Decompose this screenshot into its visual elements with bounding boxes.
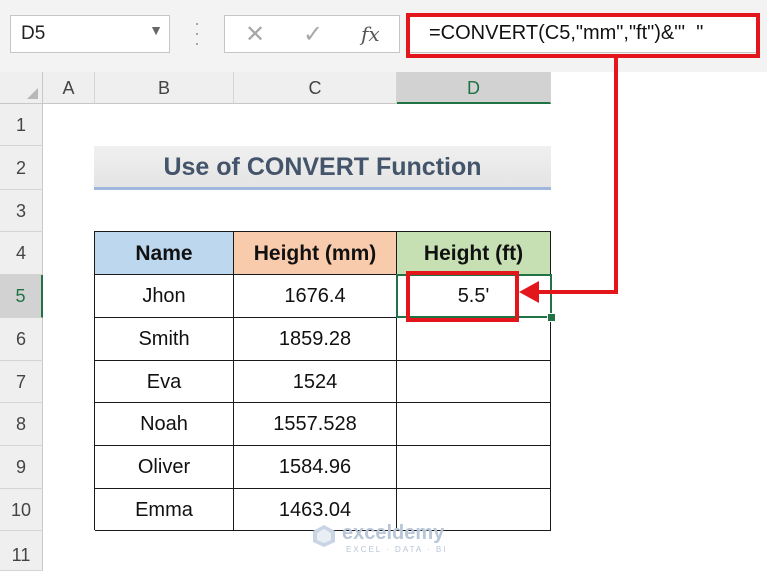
callout-arrow-icon [519,281,539,303]
fill-handle[interactable] [547,313,556,322]
row-header-1[interactable]: 1 [0,104,43,146]
formula-highlight-box [406,13,760,58]
column-header-b[interactable]: B [95,72,234,104]
formula-buttons: ✕ ✓ fx [224,15,400,53]
watermark-name: exceldemy [342,522,445,544]
row-header-6[interactable]: 6 [0,318,43,361]
row-header-8[interactable]: 8 [0,403,43,446]
cell-name[interactable]: Oliver [95,446,234,489]
chevron-down-icon[interactable]: ▼ [149,22,163,38]
row-header-3[interactable]: 3 [0,190,43,232]
row-header-10[interactable]: 10 [0,489,43,531]
row-header-9[interactable]: 9 [0,446,43,489]
insert-function-icon[interactable]: fx [361,22,380,46]
cell-height-mm[interactable]: 1676.4 [234,275,397,318]
exceldemy-logo-icon [313,525,335,547]
cell-name[interactable]: Jhon [95,275,234,318]
header-height-mm[interactable]: Height (mm) [234,232,397,275]
cell-height-ft[interactable] [397,318,551,361]
sheet-title: Use of CONVERT Function [94,146,551,190]
row-header-2[interactable]: 2 [0,146,43,190]
cell-height-mm[interactable]: 1584.96 [234,446,397,489]
cell-height-mm[interactable]: 1557.528 [234,403,397,446]
column-header-d[interactable]: D [397,72,551,104]
cell-height-ft[interactable] [397,446,551,489]
cell-height-mm[interactable]: 1859.28 [234,318,397,361]
row-header-11[interactable]: 11 [0,531,43,571]
header-height-ft[interactable]: Height (ft) [397,232,551,275]
watermark-tagline: EXCEL · DATA · BI [346,545,448,554]
cell-name[interactable]: Emma [95,489,234,531]
grip-dots-icon: · · · [194,13,200,53]
column-header-a[interactable]: A [43,72,95,104]
select-all-triangle-icon [27,88,38,99]
enter-icon[interactable]: ✓ [303,20,323,49]
cell-name[interactable]: Eva [95,361,234,403]
result-highlight-box [406,271,519,322]
cell-height-mm[interactable]: 1524 [234,361,397,403]
select-all-button[interactable] [0,72,43,104]
callout-line-horizontal [536,290,618,294]
cell-height-ft[interactable] [397,403,551,446]
row-header-7[interactable]: 7 [0,361,43,403]
column-header-c[interactable]: C [234,72,397,104]
name-box[interactable]: D5 ▼ [10,15,170,53]
row-header-4[interactable]: 4 [0,232,43,275]
cell-name[interactable]: Smith [95,318,234,361]
name-box-value: D5 [21,23,46,44]
header-name[interactable]: Name [95,232,234,275]
callout-line-vertical [614,58,618,294]
cell-height-ft[interactable] [397,361,551,403]
cell-name[interactable]: Noah [95,403,234,446]
row-header-5[interactable]: 5 [0,275,43,318]
cancel-icon[interactable]: ✕ [245,20,265,49]
